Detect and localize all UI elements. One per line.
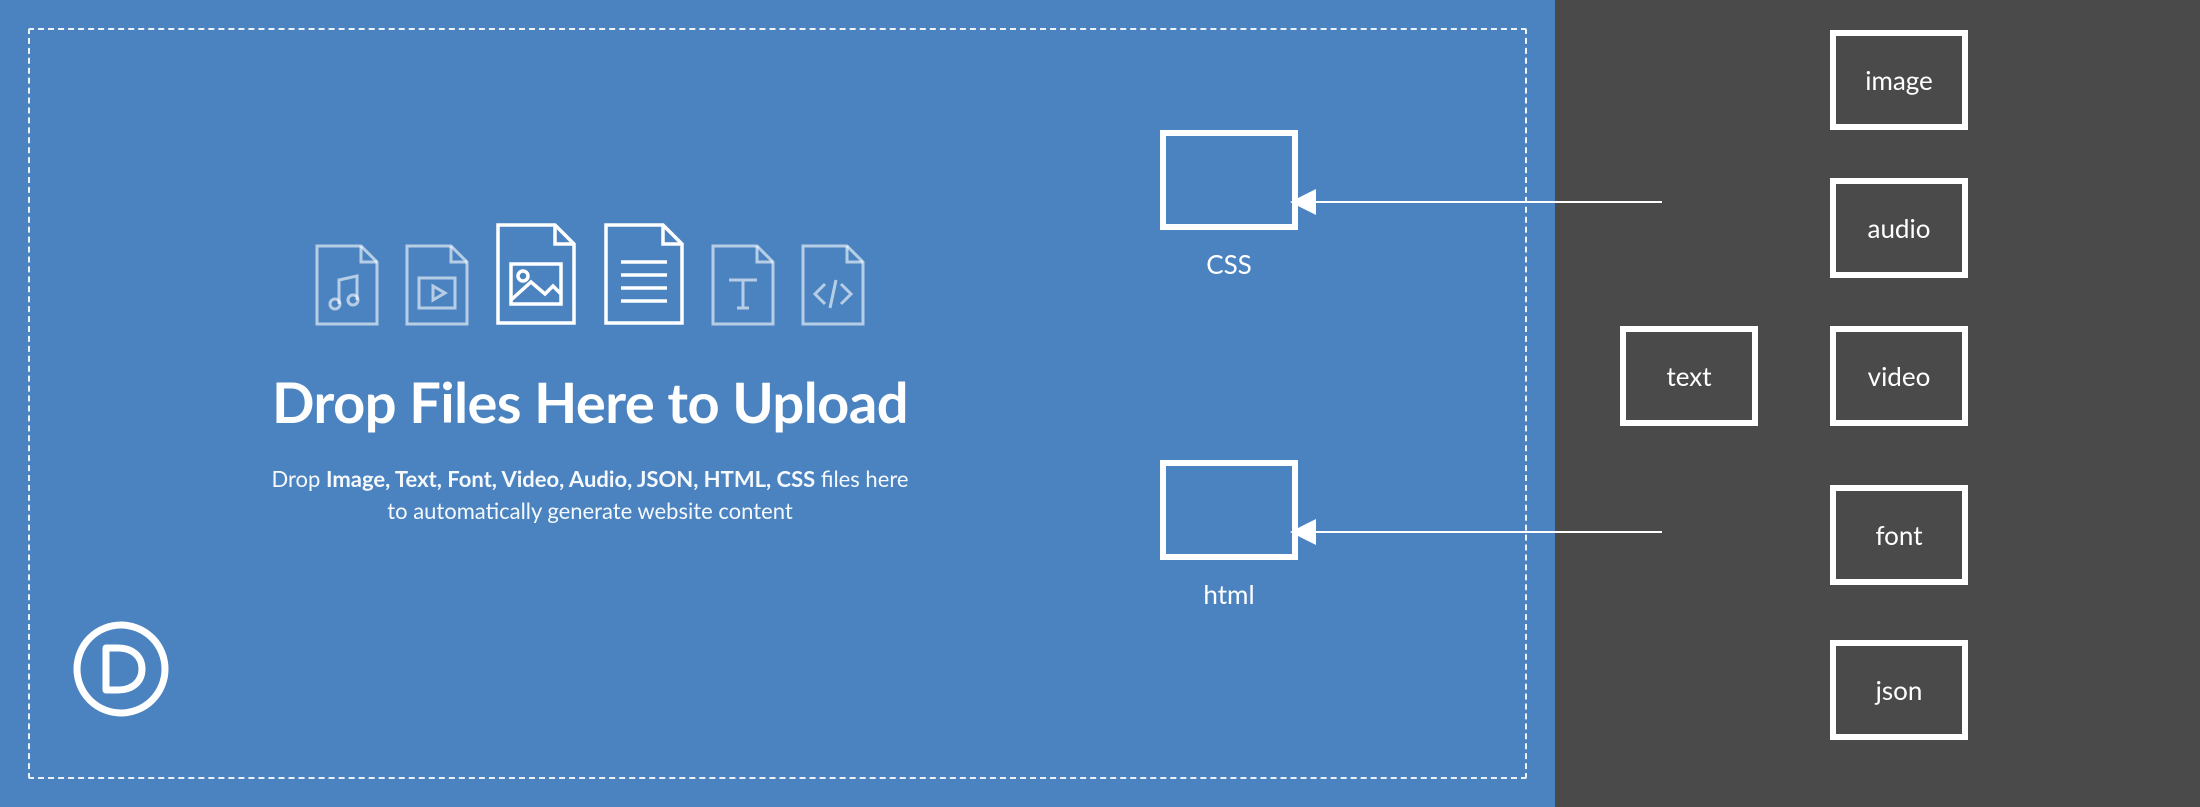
tile-label: text (1666, 360, 1711, 392)
source-tile-text[interactable]: text (1620, 326, 1758, 426)
drop-slot-box (1160, 460, 1298, 560)
source-tile-font[interactable]: font (1830, 485, 1968, 585)
source-tile-audio[interactable]: audio (1830, 178, 1968, 278)
tile-label: video (1868, 360, 1931, 392)
divi-logo-icon (72, 620, 170, 722)
arrow-to-html (1292, 531, 1662, 533)
arrow-to-css (1292, 201, 1662, 203)
source-tile-json[interactable]: json (1830, 640, 1968, 740)
image-file-icon (493, 220, 579, 328)
audio-file-icon (313, 242, 381, 328)
dropzone-title: Drop Files Here to Upload (260, 368, 920, 435)
drop-slot-box (1160, 130, 1298, 230)
subtitle-middle: files here (815, 465, 908, 492)
subtitle-prefix: Drop (272, 465, 327, 492)
drop-slot-css[interactable]: CSS (1160, 130, 1298, 280)
video-file-icon (403, 242, 471, 328)
subtitle-line2: to automatically generate website conten… (387, 497, 792, 524)
source-tile-video[interactable]: video (1830, 326, 1968, 426)
source-tile-image[interactable]: image (1830, 30, 1968, 130)
file-type-icons (260, 220, 920, 328)
font-file-icon (709, 242, 777, 328)
drop-slot-label: html (1160, 578, 1298, 610)
tile-label: font (1875, 519, 1922, 551)
drop-slot-label: CSS (1160, 248, 1298, 280)
code-file-icon (799, 242, 867, 328)
tile-label: image (1865, 64, 1933, 96)
tile-label: audio (1868, 212, 1931, 244)
text-file-icon (601, 220, 687, 328)
subtitle-filetypes: Image, Text, Font, Video, Audio, JSON, H… (326, 465, 815, 492)
drop-slot-html[interactable]: html (1160, 460, 1298, 610)
dropzone-content: Drop Files Here to Upload Drop Image, Te… (260, 220, 920, 527)
dropzone-panel[interactable]: Drop Files Here to Upload Drop Image, Te… (0, 0, 1555, 807)
tile-label: json (1876, 674, 1923, 706)
dropzone-subtitle: Drop Image, Text, Font, Video, Audio, JS… (260, 463, 920, 527)
